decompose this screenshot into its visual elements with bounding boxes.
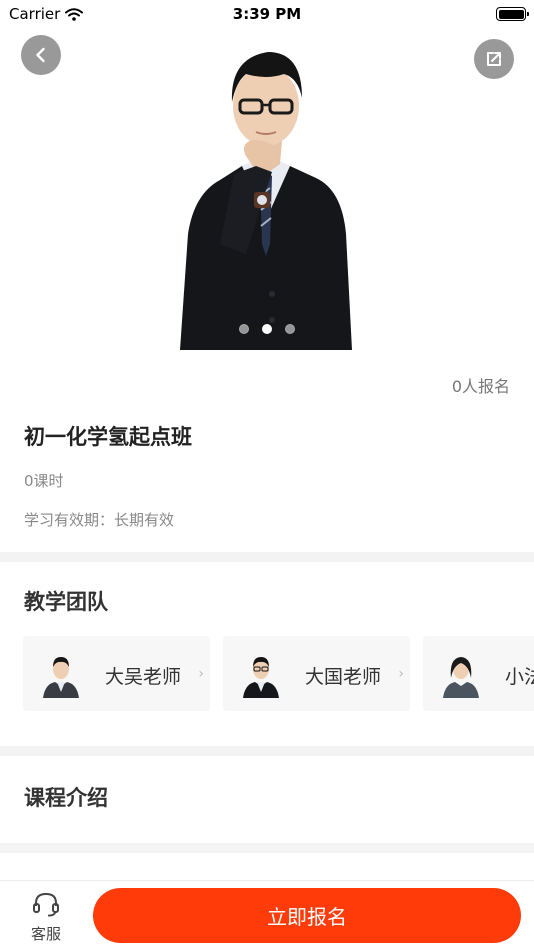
teacher-card[interactable]: 大国老师 › bbox=[223, 636, 410, 711]
share-icon bbox=[487, 52, 501, 66]
section-divider bbox=[0, 843, 534, 853]
teacher-card[interactable]: 小法 bbox=[423, 636, 534, 711]
enroll-now-button[interactable]: 立即报名 bbox=[93, 888, 521, 943]
battery-icon bbox=[496, 7, 529, 21]
customer-service-button[interactable]: 客服 bbox=[22, 891, 70, 944]
chevron-right-icon: › bbox=[198, 666, 204, 682]
course-title: 初一化学氢起点班 bbox=[24, 425, 192, 449]
teacher-avatar bbox=[443, 657, 479, 698]
intro-section-title: 课程介绍 bbox=[24, 786, 108, 810]
carousel-dot[interactable] bbox=[239, 324, 249, 334]
teacher-name: 大国老师 bbox=[305, 666, 382, 688]
chevron-right-icon: › bbox=[398, 666, 404, 682]
teacher-photo bbox=[180, 52, 352, 350]
headset-icon bbox=[33, 892, 59, 917]
share-button[interactable] bbox=[474, 39, 514, 79]
carousel-dot-active[interactable] bbox=[262, 324, 272, 334]
lesson-count: 0课时 bbox=[24, 472, 64, 490]
teacher-avatar bbox=[243, 657, 279, 698]
course-detail-page: Carrier 3:39 PM 0人报名 初一化学氢起点班 0课时 学习有效期：… bbox=[0, 0, 534, 950]
customer-service-label: 客服 bbox=[30, 925, 61, 943]
team-section-title: 教学团队 bbox=[24, 590, 108, 614]
hero-banner[interactable] bbox=[0, 0, 534, 350]
validity-period: 学习有效期：长期有效 bbox=[24, 511, 175, 529]
teacher-card[interactable]: 大吴老师 › bbox=[23, 636, 210, 711]
teacher-list[interactable]: 大吴老师 › 大国老师 › 小法 bbox=[23, 636, 534, 711]
teacher-name: 小法 bbox=[505, 666, 534, 688]
section-divider bbox=[0, 552, 534, 562]
back-button[interactable] bbox=[21, 35, 61, 75]
teacher-avatar bbox=[43, 657, 79, 698]
teacher-name: 大吴老师 bbox=[105, 666, 182, 688]
carousel-dot[interactable] bbox=[285, 324, 295, 334]
status-bar: Carrier 3:39 PM bbox=[0, 0, 534, 28]
section-divider bbox=[0, 746, 534, 756]
status-time: 3:39 PM bbox=[232, 5, 302, 23]
back-arrow-icon bbox=[36, 47, 45, 63]
enroll-count: 0人报名 bbox=[451, 377, 510, 396]
carousel-indicator[interactable] bbox=[0, 324, 534, 334]
bottom-action-bar: 客服 立即报名 bbox=[0, 880, 534, 950]
